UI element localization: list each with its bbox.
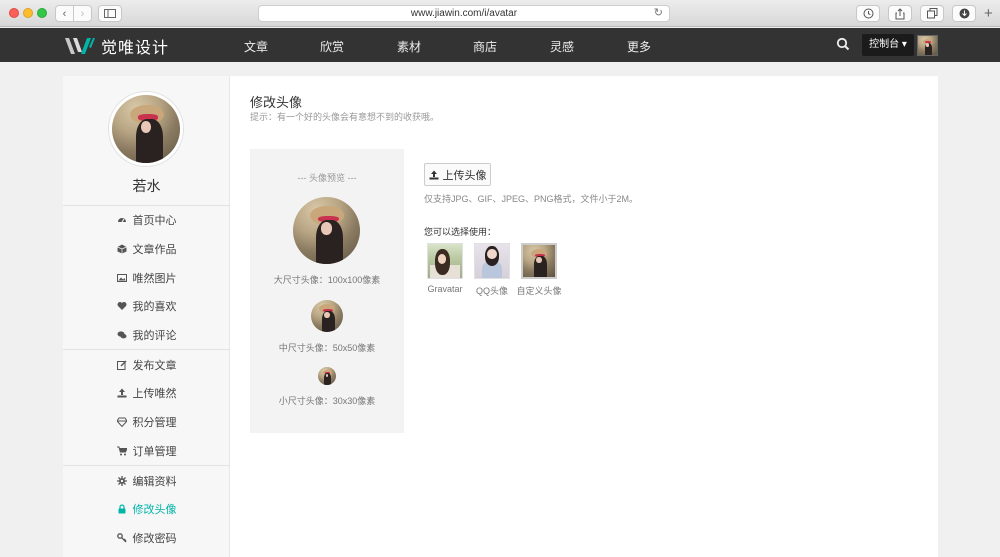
sidebar-item-change-avatar[interactable]: 修改头像 [63, 495, 230, 524]
sidebar-icon [104, 9, 116, 18]
download-icon [959, 8, 969, 19]
sidebar-toggle-button[interactable] [98, 5, 122, 22]
sidebar-item-favorites[interactable]: 我的喜欢 [63, 292, 230, 321]
site-logo[interactable]: 觉唯设计 [63, 34, 169, 58]
edit-icon [116, 360, 126, 370]
new-tab-button[interactable]: + [984, 5, 993, 22]
preview-small-label: 小尺寸头像：30x30像素 [278, 396, 376, 406]
sidebar-item-label: 上传唯然 [132, 388, 177, 401]
sidebar-item-change-password[interactable]: 修改密码 [63, 524, 230, 553]
sidebar-item-label: 订单管理 [132, 445, 177, 458]
avatar-preview-panel: --- 头像预览 --- 大尺寸头像：100x100像素 中尺寸头像：50x50… [250, 149, 404, 433]
lock-icon [118, 504, 125, 514]
upload-avatar-label: 上传头像 [442, 169, 487, 182]
close-window-button[interactable] [9, 8, 19, 18]
preview-title: --- 头像预览 --- [297, 173, 357, 183]
preview-avatar-small [318, 367, 336, 385]
preview-medium-label: 中尺寸头像：50x50像素 [278, 343, 376, 353]
page-title: 修改头像 [250, 95, 303, 110]
search-icon[interactable] [836, 37, 850, 51]
avatar[interactable] [917, 35, 938, 56]
sidebar-item-orders[interactable]: 订单管理 [63, 437, 230, 466]
sidebar-item-label: 首页中心 [132, 215, 177, 228]
comments-icon [117, 331, 126, 339]
sidebar-item-post-article[interactable]: 发布文章 [63, 350, 230, 379]
avatar-option-custom-label[interactable]: 自定义头像 [509, 284, 569, 297]
user-menu: 首页中心 文章作品 唯然图片 我的喜欢 我的评论 发布文章 上传唯然 积分管理 … [63, 205, 230, 552]
sidebar-item-label: 我的评论 [132, 330, 177, 343]
minimize-window-button[interactable] [23, 8, 33, 18]
menu-group-publish: 发布文章 上传唯然 积分管理 订单管理 [63, 349, 230, 465]
sidebar-item-label: 唯然图片 [132, 272, 177, 285]
image-icon [116, 273, 127, 282]
nav-item-store[interactable]: 商店 [473, 38, 497, 55]
profile-avatar[interactable] [109, 92, 183, 166]
avatar-option-gravatar[interactable] [427, 243, 463, 279]
menu-group-overview: 首页中心 文章作品 唯然图片 我的喜欢 我的评论 [63, 205, 230, 349]
sidebar-item-label: 修改头像 [132, 504, 177, 517]
chevron-left-icon: ‹ [62, 7, 67, 20]
logo-text: 觉唯设计 [101, 40, 170, 57]
profile-name: 若水 [132, 178, 161, 194]
sidebar-item-label: 修改密码 [132, 532, 177, 545]
logo-mark-icon [65, 38, 95, 54]
content-card: 若水 首页中心 文章作品 唯然图片 我的喜欢 我的评论 发布文章 上传唯然 积分… [63, 76, 938, 557]
sidebar-item-home-center[interactable]: 首页中心 [63, 206, 230, 235]
sidebar-item-edit-profile[interactable]: 编辑资料 [63, 466, 230, 495]
sidebar-item-label: 编辑资料 [132, 475, 177, 488]
sidebar-item-upload-weiran[interactable]: 上传唯然 [63, 379, 230, 408]
sidebar-item-label: 积分管理 [132, 417, 177, 430]
downloads-button[interactable] [952, 5, 976, 22]
avatar-settings: 修改头像 提示：有一个好的头像会有意想不到的收获哦。 --- 头像预览 --- … [250, 76, 938, 557]
preview-avatar-medium [311, 300, 343, 332]
chevron-right-icon: › [80, 7, 85, 20]
sidebar-item-pictures[interactable]: 唯然图片 [63, 263, 230, 292]
key-icon [116, 533, 126, 543]
gear-icon [116, 475, 127, 486]
nav-item-materials[interactable]: 素材 [397, 38, 421, 55]
cart-icon [116, 446, 127, 456]
nav-item-more[interactable]: 更多 [627, 38, 651, 55]
clock-icon [863, 8, 873, 19]
sidebar-item-points[interactable]: 积分管理 [63, 408, 230, 437]
tabs-overview-button[interactable] [920, 5, 944, 22]
upload-icon [117, 388, 126, 398]
upload-icon [429, 170, 438, 179]
upload-hint: 仅支持JPG、GIF、JPEG、PNG格式，文件小于2M。 [424, 194, 639, 204]
reload-icon[interactable]: ↻ [654, 6, 663, 21]
sidebar-item-label: 文章作品 [132, 244, 177, 257]
address-bar[interactable]: www.jiawin.com/i/avatar ↻ [258, 5, 670, 22]
share-icon [895, 7, 905, 19]
avatar-option-custom[interactable] [521, 243, 557, 279]
console-dropdown-button[interactable]: 控制台 ▾ [862, 34, 914, 56]
share-button[interactable] [888, 5, 912, 22]
tabs-icon [926, 8, 937, 19]
nav-item-articles[interactable]: 文章 [244, 38, 268, 55]
choose-source-label: 您可以选择使用： [424, 227, 497, 237]
back-button[interactable]: ‹ [55, 5, 74, 22]
menu-group-account: 编辑资料 修改头像 修改密码 [63, 465, 230, 552]
sidebar-item-articles[interactable]: 文章作品 [63, 235, 230, 264]
sidebar-item-label: 发布文章 [132, 359, 177, 372]
dashboard-icon [117, 218, 126, 223]
forward-button[interactable]: › [73, 5, 92, 22]
upload-avatar-button[interactable]: 上传头像 [424, 163, 491, 186]
site-header: 觉唯设计 文章 欣赏 素材 商店 灵感 更多 控制台 ▾ [0, 28, 1000, 62]
browser-toolbar: ‹ › www.jiawin.com/i/avatar ↻ + [0, 0, 1000, 27]
user-sidebar: 若水 首页中心 文章作品 唯然图片 我的喜欢 我的评论 发布文章 上传唯然 积分… [63, 76, 230, 557]
avatar-option-qq[interactable] [474, 243, 510, 279]
diamond-icon [116, 417, 127, 428]
cube-icon [116, 244, 127, 254]
nav-item-inspiration[interactable]: 灵感 [550, 38, 574, 55]
heart-icon [117, 302, 126, 311]
preview-large-label: 大尺寸头像：100x100像素 [273, 275, 381, 285]
zoom-window-button[interactable] [37, 8, 47, 18]
sidebar-item-comments[interactable]: 我的评论 [63, 321, 230, 350]
nav-item-appreciate[interactable]: 欣赏 [320, 38, 344, 55]
page-tip: 提示：有一个好的头像会有意想不到的收获哦。 [250, 112, 440, 122]
preview-avatar-large [293, 197, 360, 264]
url-text: www.jiawin.com/i/avatar [410, 8, 518, 19]
history-button[interactable] [856, 5, 880, 22]
sidebar-item-label: 我的喜欢 [132, 301, 177, 314]
